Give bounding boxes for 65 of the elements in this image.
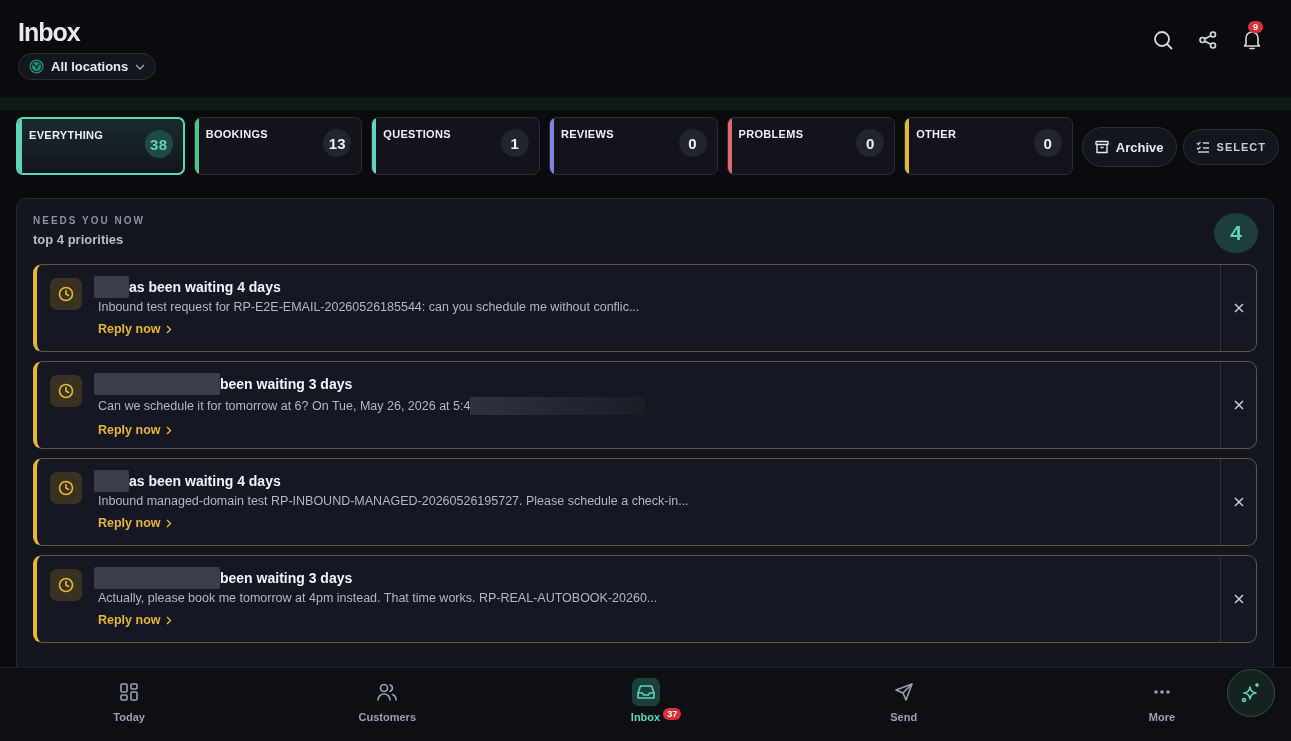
count-badge: 0 (678, 129, 707, 157)
chevron-right-icon (165, 324, 172, 334)
close-icon (1233, 497, 1244, 507)
people-icon (376, 682, 399, 702)
card-title: been waiting 3 days (220, 570, 353, 586)
category-tab[interactable]: PROBLEMS 0 (726, 117, 896, 175)
reply-link[interactable]: Reply now (98, 423, 172, 437)
inbox-icon (635, 682, 656, 702)
category-tab[interactable]: BOOKINGS 13 (193, 117, 363, 175)
count-badge: 13 (323, 129, 352, 157)
select-button[interactable]: SELECT (1182, 129, 1279, 165)
nav-item[interactable]: Today (0, 668, 259, 741)
card-title: been waiting 3 days (220, 376, 353, 392)
archive-button[interactable]: Archive (1081, 127, 1177, 167)
count-badge: 38 (144, 130, 173, 158)
nav-item[interactable]: Send (774, 668, 1033, 741)
category-tab[interactable]: EVERYTHING 38 (16, 117, 185, 175)
count-badge: 1 (500, 129, 529, 157)
notification-badge: 9 (1248, 21, 1263, 33)
category-tab[interactable]: REVIEWS 0 (548, 117, 718, 175)
category-tab[interactable]: OTHER 0 (904, 117, 1073, 175)
share-icon[interactable] (1199, 31, 1217, 49)
message-preview: Inbound test request for RP-E2E-EMAIL-20260526185544: can you schedule me without conflic... (98, 300, 640, 314)
clock-icon (50, 278, 82, 310)
reply-link[interactable]: Reply now (98, 613, 172, 627)
count-badge: 37 (663, 708, 682, 720)
close-icon (1233, 303, 1244, 313)
priority-count: 4 (1214, 213, 1258, 253)
archive-icon (1094, 140, 1109, 154)
grid-icon (119, 682, 140, 702)
page-title: Inbox (18, 18, 81, 47)
globe-icon (29, 59, 44, 74)
send-icon (893, 682, 914, 702)
chevron-right-icon (165, 615, 172, 625)
clock-icon (50, 375, 82, 407)
nav-item[interactable]: Inbox 37 (516, 668, 775, 741)
redaction-block (94, 470, 129, 492)
section-label: NEEDS YOU NOW (33, 215, 145, 226)
reply-link[interactable]: Reply now (98, 516, 172, 530)
chevron-right-icon (165, 425, 172, 435)
bell-icon[interactable] (1243, 30, 1261, 50)
count-badge: 0 (856, 129, 885, 157)
location-dropdown[interactable]: All locations (18, 53, 157, 80)
close-icon (1233, 400, 1244, 410)
reply-link[interactable]: Reply now (98, 322, 172, 336)
chevron-down-icon (135, 63, 146, 70)
section-subtitle: top 4 priorities (33, 232, 125, 247)
more-icon (1152, 689, 1171, 695)
nav-item[interactable]: More (1032, 668, 1291, 741)
clock-icon (50, 569, 82, 601)
message-preview: Inbound managed-domain test RP-INBOUND-MANAGED-20260526195727. Please schedule a check-in... (98, 494, 689, 508)
checklist-icon (1195, 141, 1210, 153)
count-badge: 0 (1033, 129, 1062, 157)
search-icon[interactable] (1153, 30, 1173, 50)
message-preview: Can we schedule it for tomorrow at 6? On Tue, May 26, 2026 at 5:4 (98, 399, 471, 413)
nav-item[interactable]: Customers (258, 668, 517, 741)
close-icon (1233, 594, 1244, 604)
card-title: as been waiting 4 days (129, 279, 281, 295)
chevron-right-icon (165, 518, 172, 528)
card-title: as been waiting 4 days (129, 473, 281, 489)
clock-icon (50, 472, 82, 504)
redaction-block (94, 276, 129, 298)
message-preview: Actually, please book me tomorrow at 4pm instead. That time works. RP-REAL-AUTOBOOK-20260... (98, 591, 658, 605)
sparkle-icon (1240, 682, 1262, 704)
category-tab[interactable]: QUESTIONS 1 (371, 117, 540, 175)
